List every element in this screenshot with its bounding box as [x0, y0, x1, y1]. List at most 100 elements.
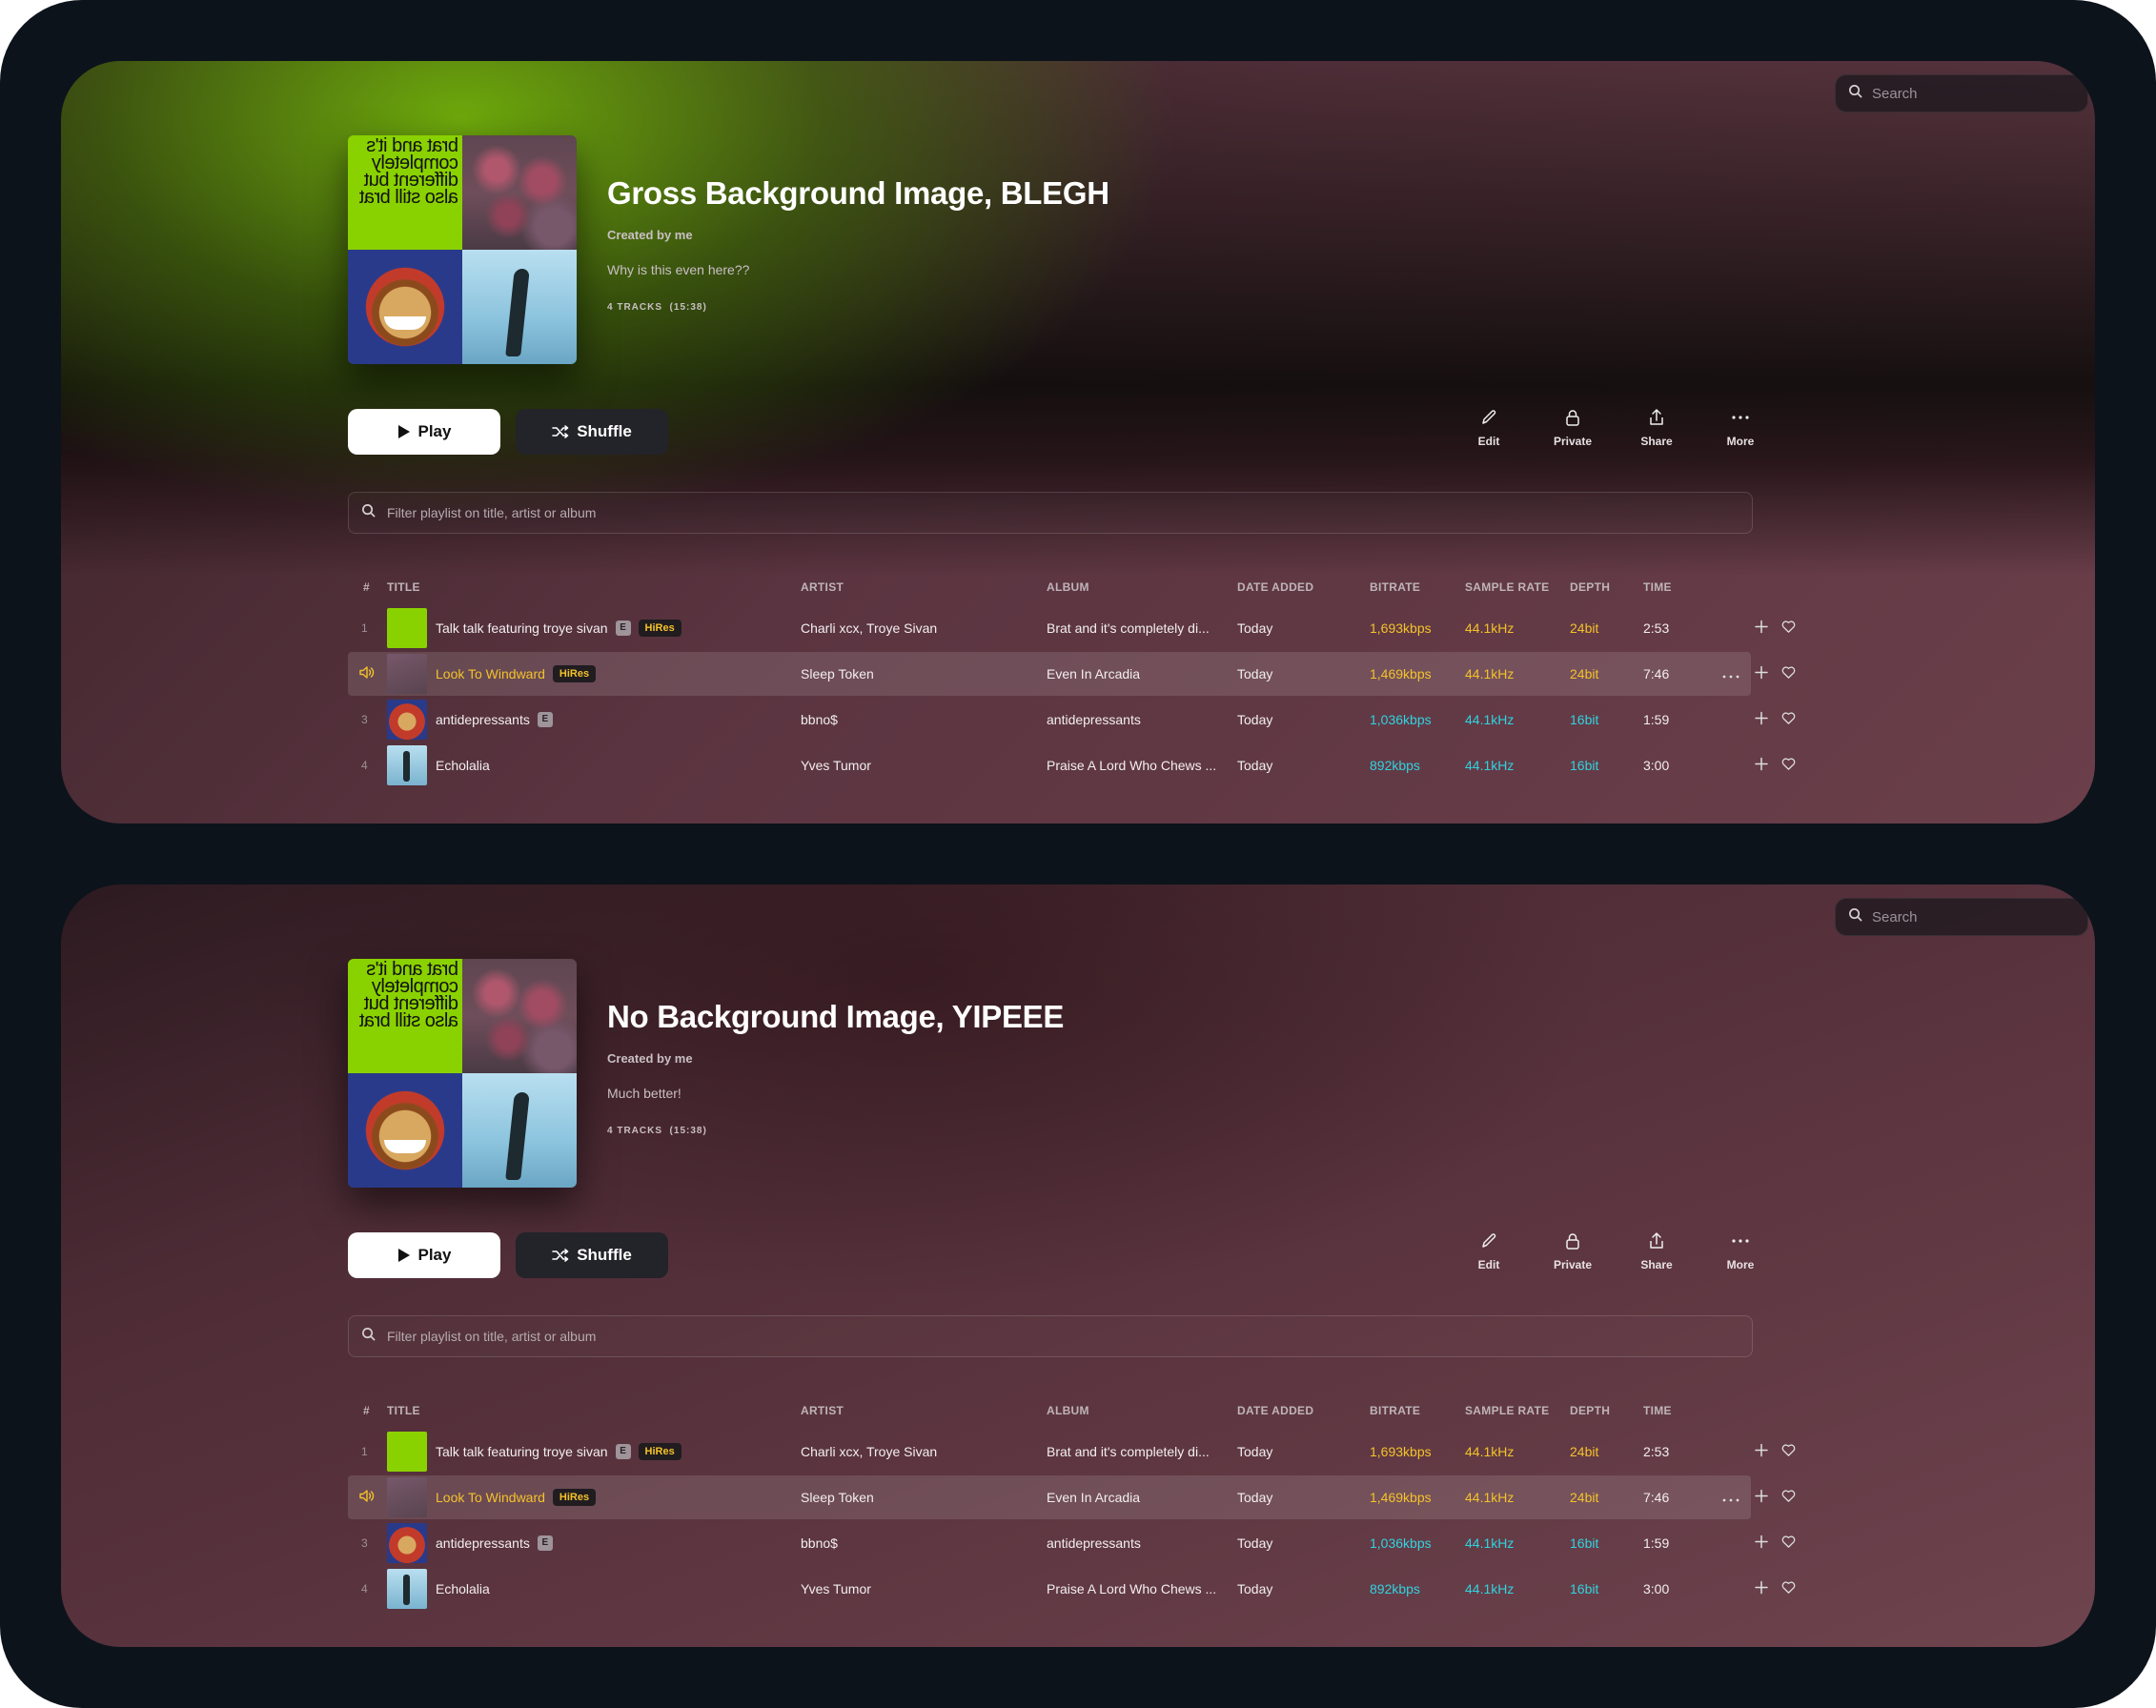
heart-icon[interactable] — [1781, 1535, 1796, 1552]
edit-button[interactable]: Edit — [1460, 406, 1517, 448]
heart-icon[interactable] — [1781, 712, 1796, 728]
track-title[interactable]: antidepressants — [436, 712, 530, 727]
playlist-creator[interactable]: Created by me — [607, 228, 693, 242]
track-row[interactable]: Look To Windward HiRes Sleep Token Even … — [348, 652, 1796, 696]
track-row[interactable]: Look To Windward HiRes Sleep Token Even … — [348, 1475, 1796, 1519]
col-depth[interactable]: DEPTH — [1570, 1404, 1610, 1417]
col-depth[interactable]: DEPTH — [1570, 580, 1610, 594]
share-button[interactable]: Share — [1628, 1230, 1685, 1271]
shuffle-icon — [552, 425, 569, 438]
search-input[interactable] — [1870, 84, 2064, 103]
track-row[interactable]: 3 antidepressants E bbno$ antidepressant… — [348, 1521, 1796, 1565]
row-more-icon[interactable] — [1722, 666, 1739, 681]
col-artist[interactable]: ARTIST — [801, 1404, 844, 1417]
edit-button[interactable]: Edit — [1460, 1230, 1517, 1271]
add-icon[interactable] — [1755, 711, 1768, 728]
col-bitrate[interactable]: BITRATE — [1370, 580, 1420, 594]
track-title-cell: Look To Windward HiRes — [436, 1489, 597, 1506]
heart-icon[interactable] — [1781, 1490, 1796, 1506]
filter-box[interactable] — [348, 492, 1753, 534]
col-date-added[interactable]: DATE ADDED — [1237, 1404, 1313, 1417]
col-date-added[interactable]: DATE ADDED — [1237, 580, 1313, 594]
play-button[interactable]: Play — [348, 409, 500, 455]
more-button[interactable]: More — [1712, 406, 1769, 448]
add-icon[interactable] — [1755, 665, 1768, 682]
filter-input[interactable] — [385, 1328, 961, 1345]
add-icon[interactable] — [1755, 1535, 1768, 1552]
track-thumbnail — [387, 1432, 427, 1472]
heart-icon[interactable] — [1781, 620, 1796, 637]
track-artist[interactable]: Sleep Token — [801, 666, 874, 681]
heart-icon[interactable] — [1781, 1581, 1796, 1597]
more-button[interactable]: More — [1712, 1230, 1769, 1271]
add-icon[interactable] — [1755, 1489, 1768, 1506]
play-button[interactable]: Play — [348, 1232, 500, 1278]
track-title[interactable]: Look To Windward — [436, 666, 545, 681]
col-album[interactable]: ALBUM — [1047, 1404, 1089, 1417]
share-button[interactable]: Share — [1628, 406, 1685, 448]
col-title[interactable]: TITLE — [387, 580, 420, 594]
track-artist[interactable]: Yves Tumor — [801, 758, 871, 773]
track-artist[interactable]: bbno$ — [801, 1535, 838, 1551]
track-title[interactable]: Echolalia — [436, 758, 490, 773]
track-title[interactable]: Talk talk featuring troye sivan — [436, 1444, 608, 1459]
playlist-description: Much better! — [607, 1086, 681, 1101]
filter-input[interactable] — [385, 504, 961, 521]
track-album[interactable]: antidepressants — [1047, 712, 1141, 727]
private-button[interactable]: Private — [1544, 406, 1601, 448]
col-album[interactable]: ALBUM — [1047, 580, 1089, 594]
track-thumbnail — [387, 608, 427, 648]
track-album[interactable]: Even In Arcadia — [1047, 666, 1140, 681]
track-album[interactable]: Praise A Lord Who Chews ... — [1047, 758, 1216, 773]
playlist-title: Gross Background Image, BLEGH — [607, 175, 1109, 211]
track-row[interactable]: 1 Talk talk featuring troye sivan E HiRe… — [348, 1430, 1796, 1474]
search-box[interactable] — [1835, 898, 2088, 936]
col-time[interactable]: TIME — [1643, 1404, 1672, 1417]
col-sample-rate[interactable]: SAMPLE RATE — [1465, 1404, 1549, 1417]
filter-box[interactable] — [348, 1315, 1753, 1357]
track-album[interactable]: Praise A Lord Who Chews ... — [1047, 1581, 1216, 1596]
shuffle-button[interactable]: Shuffle — [516, 409, 668, 455]
track-artist[interactable]: bbno$ — [801, 712, 838, 727]
track-title[interactable]: Look To Windward — [436, 1490, 545, 1505]
playlist-creator[interactable]: Created by me — [607, 1051, 693, 1066]
track-album[interactable]: Brat and it's completely di... — [1047, 1444, 1210, 1459]
track-album[interactable]: Brat and it's completely di... — [1047, 620, 1210, 636]
track-sample-rate: 44.1kHz — [1465, 712, 1515, 727]
search-input[interactable] — [1870, 907, 2064, 926]
track-album[interactable]: Even In Arcadia — [1047, 1490, 1140, 1505]
track-depth: 16bit — [1570, 1535, 1599, 1551]
track-row[interactable]: 4 Echolalia Yves Tumor Praise A Lord Who… — [348, 743, 1796, 787]
play-icon — [397, 425, 410, 438]
heart-icon[interactable] — [1781, 1444, 1796, 1460]
track-album[interactable]: antidepressants — [1047, 1535, 1141, 1551]
cover-art-brat-text: brat and it's completely different but a… — [359, 959, 458, 1031]
row-more-icon[interactable] — [1722, 1490, 1739, 1505]
track-artist[interactable]: Yves Tumor — [801, 1581, 871, 1596]
track-artist[interactable]: Charli xcx, Troye Sivan — [801, 620, 937, 636]
col-time[interactable]: TIME — [1643, 580, 1672, 594]
track-row[interactable]: 1 Talk talk featuring troye sivan E HiRe… — [348, 606, 1796, 650]
track-artist[interactable]: Charli xcx, Troye Sivan — [801, 1444, 937, 1459]
search-box[interactable] — [1835, 74, 2088, 112]
col-sample-rate[interactable]: SAMPLE RATE — [1465, 580, 1549, 594]
add-icon[interactable] — [1755, 620, 1768, 637]
track-bitrate: 1,469kbps — [1370, 666, 1432, 681]
track-row[interactable]: 3 antidepressants E bbno$ antidepressant… — [348, 698, 1796, 742]
col-bitrate[interactable]: BITRATE — [1370, 1404, 1420, 1417]
explicit-badge: E — [615, 1444, 631, 1459]
col-title[interactable]: TITLE — [387, 1404, 420, 1417]
private-button[interactable]: Private — [1544, 1230, 1601, 1271]
add-icon[interactable] — [1755, 1580, 1768, 1597]
heart-icon[interactable] — [1781, 758, 1796, 774]
add-icon[interactable] — [1755, 1443, 1768, 1460]
heart-icon[interactable] — [1781, 666, 1796, 682]
add-icon[interactable] — [1755, 757, 1768, 774]
track-title[interactable]: antidepressants — [436, 1535, 530, 1551]
col-artist[interactable]: ARTIST — [801, 580, 844, 594]
shuffle-button[interactable]: Shuffle — [516, 1232, 668, 1278]
track-title[interactable]: Echolalia — [436, 1581, 490, 1596]
track-artist[interactable]: Sleep Token — [801, 1490, 874, 1505]
track-title[interactable]: Talk talk featuring troye sivan — [436, 620, 608, 636]
track-row[interactable]: 4 Echolalia Yves Tumor Praise A Lord Who… — [348, 1567, 1796, 1611]
